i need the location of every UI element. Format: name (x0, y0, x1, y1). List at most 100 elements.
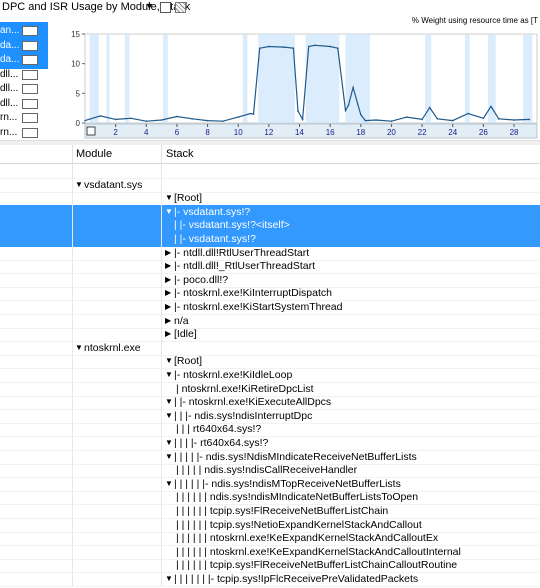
expand-toggle-icon[interactable]: ▶ (165, 316, 171, 325)
module-cell: ▼ vsdatant.sys (72, 177, 162, 192)
legend-swatch[interactable] (22, 127, 38, 138)
legend-item[interactable]: rn... (0, 124, 48, 142)
series-point (405, 116, 408, 118)
expand-toggle-icon[interactable]: ▼ (165, 397, 173, 406)
module-cell (72, 517, 162, 532)
column-header-blank[interactable] (0, 145, 73, 163)
series-point (337, 47, 339, 50)
column-header-stack[interactable]: Stack (162, 145, 540, 163)
series-point (329, 45, 331, 48)
legend-swatch[interactable] (22, 26, 38, 36)
legend-swatch[interactable] (22, 69, 38, 80)
row-left-cell (0, 204, 73, 219)
series-point (436, 118, 439, 120)
x-tick-label: 24 (448, 128, 457, 137)
stack-frame: | | | | | | |- tcpip.sys!IpFlcReceivePre… (174, 573, 419, 585)
chart-canvas[interactable]: 0510152 4 6 8 10 12 14 16 18 20 22 24 26 28 (65, 22, 540, 140)
x-tick-label: 8 (205, 128, 210, 137)
stack-cell: ▶ [Idle] (162, 327, 540, 341)
row-left-cell (0, 436, 73, 450)
series-point (258, 47, 261, 50)
row-left-cell (0, 313, 73, 328)
module-cell (72, 544, 162, 559)
expand-toggle-icon[interactable]: ▼ (165, 370, 173, 379)
legend-swatch[interactable] (22, 98, 38, 109)
expand-toggle-icon[interactable]: ▼ (165, 193, 173, 202)
stack-frame: |- ntoskrnl.exe!KiIdleLoop (174, 369, 293, 381)
row-left-cell (0, 164, 73, 178)
stack-cell: ▼ [Root] (162, 191, 540, 205)
graph-settings-icon[interactable] (175, 2, 186, 13)
series-point (237, 116, 240, 118)
selection-band (106, 34, 110, 123)
legend-swatch[interactable] (22, 40, 38, 51)
stack-cell: ▼ [Root] (162, 354, 540, 368)
selection-band (89, 34, 99, 123)
row-left-cell (0, 381, 73, 396)
stack-cell: ▶ n/a (162, 314, 540, 328)
expand-toggle-icon[interactable]: ▼ (165, 207, 173, 216)
column-header-module[interactable]: Module (72, 145, 162, 163)
stack-cell: | |- vsdatant.sys!?<itself> (162, 218, 540, 232)
module-cell (72, 572, 162, 586)
legend-item-label: dll... (0, 97, 19, 109)
x-tick-label: 22 (418, 128, 427, 137)
row-left-cell (0, 395, 73, 410)
expand-toggle-icon[interactable]: ▶ (165, 275, 171, 284)
series-point (451, 119, 454, 122)
expand-toggle-icon[interactable]: ▼ (165, 411, 173, 420)
x-axis-bar[interactable] (84, 123, 538, 139)
legend-swatch[interactable] (22, 55, 38, 65)
stack-frame: |- poco.dll!? (174, 273, 229, 286)
expand-toggle-icon[interactable]: ▶ (165, 261, 171, 270)
title-dropdown-icon[interactable]: ▼ (145, 1, 154, 11)
expand-toggle-icon[interactable]: ▶ (165, 248, 171, 257)
stack-frame: | | | | | | ndis.sys!ndisMIndicateNetBuf… (176, 491, 419, 504)
legend-swatch[interactable] (22, 113, 38, 123)
expand-toggle-icon[interactable]: ▶ (165, 302, 171, 311)
module-cell (72, 286, 162, 301)
legend-item-label: da... (0, 39, 20, 51)
series-point (292, 47, 295, 50)
stack-cell: | | | | | | ntoskrnl.exe!KeExpandKernelS… (162, 545, 540, 559)
zoom-reset-icon[interactable] (86, 126, 96, 136)
table-row[interactable]: ▼ | | | | | | |- tcpip.sys!IpFlcReceivePr… (0, 572, 540, 587)
series-point (252, 113, 255, 115)
series-point (497, 118, 500, 120)
expand-toggle-icon[interactable]: ▼ (165, 438, 173, 447)
series-point (352, 86, 354, 89)
module-cell (72, 558, 162, 573)
table-view-icon[interactable] (160, 2, 171, 13)
x-tick-label: 16 (326, 128, 335, 137)
expand-toggle-icon[interactable]: ▼ (75, 180, 83, 189)
x-tick-label: 12 (264, 128, 273, 137)
legend-item-label: rn... (0, 126, 18, 138)
stack-frame: [Root] (174, 192, 203, 205)
usage-chart[interactable]: % Weight using resource time as [T 0 5 10 1… (65, 16, 540, 140)
row-left-cell (0, 422, 73, 437)
module-cell (72, 354, 162, 369)
legend-swatch[interactable] (22, 84, 38, 94)
series-point (301, 118, 304, 121)
series-point (191, 118, 194, 120)
expand-toggle-icon[interactable]: ▼ (165, 479, 173, 488)
stack-frame: [Idle] (174, 328, 197, 341)
module-cell (72, 381, 162, 396)
legend-item-label: an... (0, 25, 20, 36)
expand-toggle-icon[interactable]: ▶ (165, 329, 171, 338)
x-tick-label: 14 (295, 128, 304, 137)
stack-frame: | | | | |- ndis.sys!NdisMIndicateReceive… (174, 450, 417, 463)
stack-frame: |- ntdll.dll!RtlUserThreadStart (174, 246, 310, 259)
x-tick-label: 4 (144, 128, 149, 137)
expand-toggle-icon[interactable]: ▼ (165, 452, 173, 461)
stack-cell: ▼ | |- ntoskrnl.exe!KiExecuteAllDpcs (162, 395, 540, 409)
series-point (307, 45, 310, 48)
series-point (364, 119, 367, 122)
x-tick-label: 10 (234, 128, 243, 137)
selection-band (523, 34, 533, 123)
stack-cell: ▼ |- ntoskrnl.exe!KiIdleLoop (162, 368, 540, 382)
expand-toggle-icon[interactable]: ▼ (165, 356, 173, 365)
expand-toggle-icon[interactable]: ▼ (165, 574, 173, 583)
expand-toggle-icon[interactable]: ▼ (75, 343, 83, 352)
expand-toggle-icon[interactable]: ▶ (165, 288, 171, 297)
